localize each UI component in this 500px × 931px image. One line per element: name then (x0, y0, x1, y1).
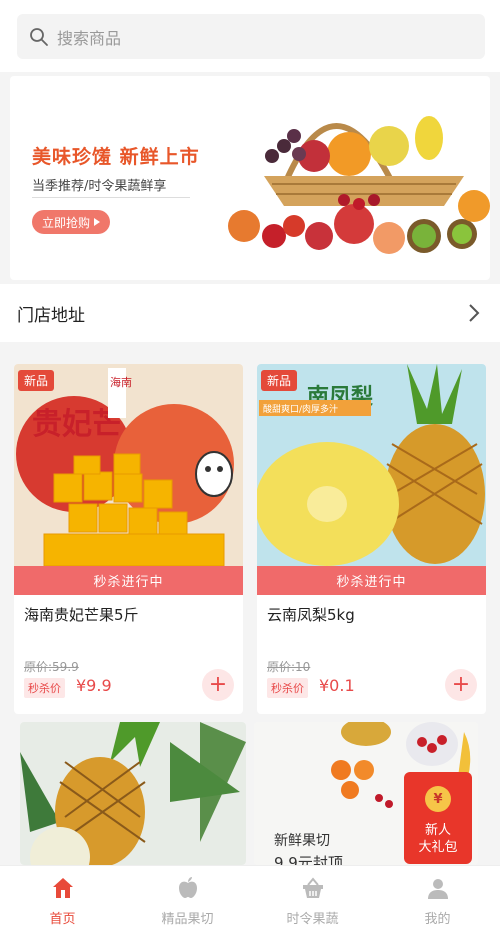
original-price: 原价:10 (267, 660, 311, 674)
product-name: 云南凤梨5kg (267, 606, 355, 624)
plus-icon: + (451, 672, 471, 697)
mango-image-side: 海南 (110, 375, 132, 389)
seckill-label: 秒杀价 (24, 678, 65, 698)
home-icon (52, 878, 73, 898)
banner-divider (32, 197, 190, 198)
flash-sale-bar: 秒杀进行中 (257, 566, 486, 595)
new-badge: 新品 (261, 370, 298, 391)
banner-subtitle: 当季推荐/时令果蔬鲜享 (32, 179, 167, 194)
pineapple-image-sub: 酸甜爽口/肉厚多汁 (263, 403, 338, 415)
product-image-pineapple: 南凤梨 酸甜爽口/肉厚多汁 新品 (257, 364, 486, 566)
tab-fruit-cut[interactable]: 精品果切 (125, 866, 250, 931)
arrow-right-icon (94, 218, 101, 226)
sale-price: ¥9.9 (76, 676, 112, 695)
sale-price: ¥0.1 (319, 676, 355, 695)
pineapple-photo (20, 722, 246, 865)
original-price: 原价:59.9 (24, 660, 79, 674)
seckill-label: 秒杀价 (267, 678, 308, 698)
store-address-row[interactable]: 门店地址 (0, 284, 500, 342)
buy-now-label: 立即抢购 (42, 215, 91, 230)
basket-icon (302, 877, 323, 898)
store-address-label: 门店地址 (17, 305, 85, 326)
new-user-gift-button[interactable]: ¥ 新人 大礼包 (404, 772, 472, 864)
chevron-right-icon (469, 304, 480, 322)
tab-label: 时令果蔬 (286, 912, 339, 927)
search-placeholder: 搜索商品 (57, 28, 122, 48)
tab-label: 我的 (424, 912, 451, 927)
bottom-tab-bar: 首页 精品果切 时令果蔬 我的 (0, 865, 500, 931)
tab-label: 精品果切 (161, 912, 214, 927)
add-to-cart-button[interactable]: + (445, 669, 477, 701)
new-badge: 新品 (18, 370, 55, 391)
product-card-mango[interactable]: 贵妃芒 海南 新品 秒杀进行中 海南贵妃芒果5斤 原价:59.9 秒杀价 ¥9.… (14, 364, 243, 714)
category-card-pineapple[interactable] (20, 722, 246, 865)
fruit-cut-title: 新鲜果切 (274, 833, 330, 849)
tab-label: 首页 (49, 912, 76, 927)
fruit-basket-image (228, 116, 490, 254)
flash-sale-bar: 秒杀进行中 (14, 566, 243, 595)
search-icon (30, 27, 48, 46)
top-header: 搜索商品 (0, 0, 500, 72)
search-bar[interactable]: 搜索商品 (17, 14, 485, 59)
product-name: 海南贵妃芒果5斤 (24, 606, 139, 624)
gift-line1: 新人 (424, 823, 451, 838)
apple-icon (178, 877, 197, 898)
product-card-pineapple[interactable]: 南凤梨 酸甜爽口/肉厚多汁 新品 秒杀进行中 云南凤梨5kg 原价:10 秒杀价… (257, 364, 486, 714)
banner-title: 美味珍馐 新鲜上市 (32, 146, 200, 168)
add-to-cart-button[interactable]: + (202, 669, 234, 701)
buy-now-button[interactable]: 立即抢购 (32, 210, 111, 234)
plus-icon: + (208, 672, 228, 697)
tab-home[interactable]: 首页 (0, 866, 125, 931)
promo-banner[interactable]: 美味珍馐 新鲜上市 当季推荐/时令果蔬鲜享 立即抢购 (10, 76, 490, 280)
tab-profile[interactable]: 我的 (375, 866, 500, 931)
user-icon (427, 879, 448, 899)
yuan-coin-icon: ¥ (425, 786, 451, 812)
gift-line2: 大礼包 (418, 840, 458, 855)
product-image-mango: 贵妃芒 海南 新品 (14, 364, 243, 566)
fruit-cut-subtitle: 9.9元封顶 (274, 854, 343, 865)
tab-seasonal[interactable]: 时令果蔬 (250, 866, 375, 931)
